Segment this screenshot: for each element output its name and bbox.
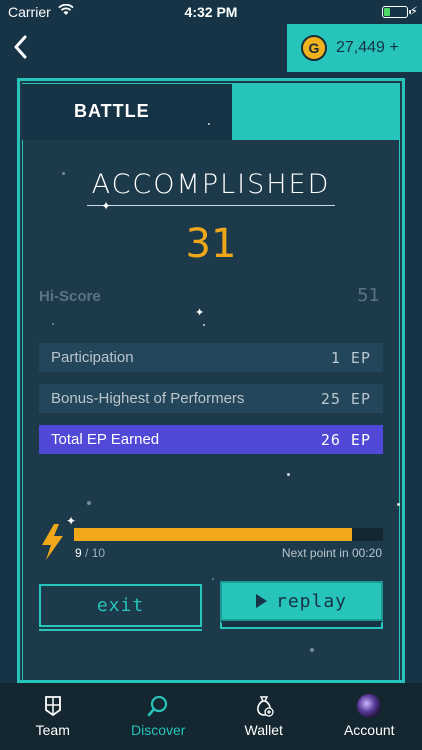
tab-account[interactable]: Account — [317, 683, 422, 750]
search-icon — [145, 693, 171, 719]
sparkle-icon: ✦ — [195, 307, 205, 319]
energy-count: 9 / 10 — [75, 546, 106, 560]
balance-value: 27,449 + — [336, 39, 399, 56]
bonus-row: Bonus-Highest of Performers 25 EP — [39, 384, 383, 413]
tab-label: Account — [343, 722, 395, 738]
charging-icon: ⚡ — [409, 4, 418, 18]
replay-button[interactable]: replay — [220, 581, 383, 621]
coin-icon: G — [301, 35, 327, 61]
row-label: Total EP Earned — [51, 431, 160, 448]
play-icon — [255, 594, 267, 608]
title-underline — [87, 205, 335, 206]
avatar — [357, 694, 382, 718]
team-shield-icon — [40, 693, 66, 719]
back-button[interactable] — [8, 32, 32, 62]
replay-label: replay — [275, 590, 348, 612]
replay-button-shadow — [220, 621, 383, 629]
chevron-left-icon — [14, 35, 27, 59]
hiscore-value: 51 — [357, 285, 380, 306]
row-value: 26 EP — [320, 430, 371, 449]
row-label: Participation — [51, 349, 134, 366]
row-label: Bonus-Highest of Performers — [51, 390, 245, 407]
clock: 4:32 PM — [184, 4, 238, 20]
tab-discover[interactable]: Discover — [106, 683, 212, 750]
money-bag-icon — [251, 693, 277, 719]
hiscore-label: Hi-Score — [39, 288, 101, 305]
tab-label: Team — [35, 722, 70, 738]
sparkle-icon: ✦ — [101, 199, 112, 213]
tab-slant — [190, 84, 232, 140]
coin-balance[interactable]: G 27,449 + — [287, 24, 422, 72]
battery-icon — [382, 6, 411, 18]
total-ep-row: Total EP Earned 26 EP — [39, 425, 383, 454]
tab-label: Wallet — [244, 722, 283, 738]
result-title: ACCOMPLISHED — [91, 169, 331, 200]
exit-button[interactable]: exit — [39, 584, 202, 631]
sparkle-icon: ✦ — [66, 514, 77, 528]
battle-tab-label: BATTLE — [74, 101, 150, 121]
row-value: 25 EP — [320, 389, 371, 408]
score-value: 31 — [185, 221, 237, 267]
energy-bar-fill — [74, 528, 353, 541]
next-point-timer: Next point in 00:20 — [281, 546, 382, 560]
tab-wallet[interactable]: Wallet — [211, 683, 317, 750]
participation-row: Participation 1 EP — [39, 343, 383, 372]
tab-team[interactable]: Team — [0, 683, 106, 750]
bottom-tab-bar: Team Discover Wallet Account — [0, 683, 422, 750]
status-bar: Carrier 4:32 PM ⚡ — [0, 0, 422, 24]
tab-label: Discover — [131, 722, 186, 738]
row-value: 1 EP — [330, 348, 371, 367]
lightning-icon — [42, 524, 63, 560]
energy-bar — [74, 528, 383, 541]
exit-label: exit — [96, 595, 145, 616]
